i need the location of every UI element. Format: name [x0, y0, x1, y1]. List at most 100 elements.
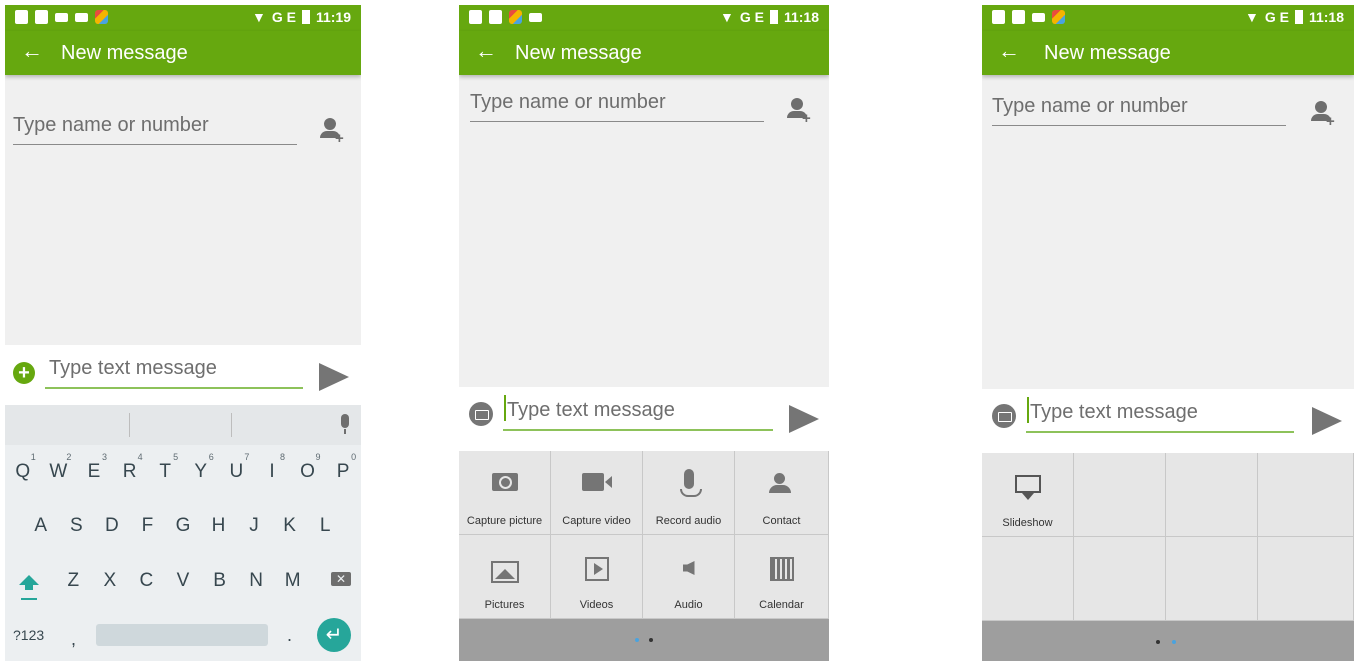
key-b[interactable]: B	[205, 570, 235, 592]
key-l[interactable]: L	[310, 515, 340, 537]
image-icon	[529, 13, 542, 22]
send-icon[interactable]	[319, 363, 349, 391]
message-input[interactable]: Type text message	[45, 353, 303, 389]
key-v[interactable]: V	[168, 570, 198, 592]
attach-empty	[1074, 453, 1166, 537]
keyboard-icon[interactable]	[992, 404, 1016, 428]
page-indicator	[982, 621, 1354, 661]
attach-calendar[interactable]: Calendar	[735, 535, 829, 619]
compose-bar: Type text message	[982, 389, 1354, 453]
battery-icon	[769, 10, 778, 24]
message-placeholder: Type text message	[1030, 401, 1198, 423]
attach-record-audio[interactable]: Record audio	[643, 451, 735, 535]
key-j[interactable]: J	[239, 515, 269, 537]
recipient-input[interactable]: Type name or number	[992, 95, 1286, 126]
page-indicator	[459, 619, 829, 661]
notification-icons	[469, 10, 542, 24]
attach-capture-video[interactable]: Capture video	[551, 451, 643, 535]
back-arrow-icon[interactable]: ←	[998, 38, 1020, 64]
key-q[interactable]: Q1	[8, 452, 38, 483]
key-x[interactable]: X	[95, 570, 125, 592]
key-k[interactable]: K	[275, 515, 305, 537]
key-z[interactable]: Z	[58, 570, 88, 592]
back-arrow-icon[interactable]: ←	[21, 38, 43, 64]
compose-bar: Type text message	[459, 387, 829, 451]
period-key[interactable]: .	[287, 625, 292, 646]
key-m[interactable]: M	[278, 570, 308, 592]
key-e[interactable]: E3	[79, 452, 109, 483]
attach-audio[interactable]: Audio	[643, 535, 735, 619]
recipient-placeholder: Type name or number	[13, 114, 209, 136]
key-f[interactable]: F	[132, 515, 162, 537]
attach-capture-picture[interactable]: Capture picture	[459, 451, 551, 535]
network-indicator: G E	[739, 9, 764, 25]
key-w[interactable]: W2	[43, 452, 73, 483]
message-placeholder: Type text message	[507, 399, 675, 421]
add-attachment-icon[interactable]: +	[13, 362, 35, 384]
key-g[interactable]: G	[168, 515, 198, 537]
shift-lock-indicator	[21, 598, 37, 600]
key-a[interactable]: A	[26, 515, 56, 537]
keyboard-row-2: ASDFGHJKL	[23, 515, 343, 537]
page-dot	[649, 638, 653, 642]
microphone-icon[interactable]	[341, 414, 349, 434]
compose-bar: + Type text message	[5, 345, 361, 409]
enter-icon[interactable]: ↵	[317, 618, 351, 652]
attach-contact[interactable]: Contact	[735, 451, 829, 535]
page-dot-active	[635, 638, 639, 642]
key-r[interactable]: R4	[115, 452, 145, 483]
image-icon	[1032, 13, 1045, 22]
attachment-label: Audio	[674, 599, 703, 611]
keyboard-row-3: ZXCVBNM	[55, 570, 311, 592]
wifi-icon: ▼	[1244, 9, 1259, 25]
recipient-input[interactable]: Type name or number	[470, 91, 764, 122]
key-u[interactable]: U7	[221, 452, 251, 483]
attachment-label: Videos	[579, 599, 614, 611]
back-arrow-icon[interactable]: ←	[475, 38, 497, 64]
add-contact-icon[interactable]: +	[786, 98, 811, 127]
contact-icon	[768, 473, 795, 493]
calendar-icon	[769, 557, 794, 581]
key-c[interactable]: C	[131, 570, 161, 592]
message-input[interactable]: Type text message	[1026, 397, 1294, 433]
photos-app-icon	[1052, 10, 1065, 24]
add-contact-icon[interactable]: +	[319, 118, 344, 147]
key-p[interactable]: P0	[328, 452, 358, 483]
sim-icon	[489, 10, 502, 24]
send-icon[interactable]	[1312, 407, 1342, 435]
keyboard-icon[interactable]	[469, 402, 493, 426]
recipient-input[interactable]: Type name or number	[13, 114, 297, 145]
photos-app-icon	[95, 10, 108, 24]
camera-icon	[491, 473, 518, 491]
attach-empty	[1258, 453, 1354, 537]
attachment-grid: Slideshow	[982, 453, 1354, 621]
attach-slideshow[interactable]: Slideshow	[982, 453, 1074, 537]
key-y[interactable]: Y6	[186, 452, 216, 483]
backspace-icon[interactable]: ✕	[331, 572, 351, 586]
page-dot	[1156, 640, 1160, 644]
battery-icon	[301, 10, 310, 24]
send-icon[interactable]	[789, 405, 819, 433]
key-d[interactable]: D	[97, 515, 127, 537]
battery-icon	[1294, 10, 1303, 24]
page-title: New message	[61, 42, 188, 64]
app-toolbar: ← New message	[459, 31, 829, 75]
attach-videos[interactable]: Videos	[551, 535, 643, 619]
key-n[interactable]: N	[241, 570, 271, 592]
key-o[interactable]: O9	[293, 452, 323, 483]
shift-icon-stem	[25, 584, 33, 590]
symbols-key[interactable]: ?123	[13, 627, 44, 643]
sim-icon	[35, 10, 48, 24]
comma-key[interactable]: ,	[71, 629, 76, 650]
key-s[interactable]: S	[61, 515, 91, 537]
attach-pictures[interactable]: Pictures	[459, 535, 551, 619]
key-i[interactable]: I8	[257, 452, 287, 483]
sim-icon	[15, 10, 28, 24]
key-h[interactable]: H	[204, 515, 234, 537]
message-input[interactable]: Type text message	[503, 395, 773, 431]
key-t[interactable]: T5	[150, 452, 180, 483]
space-bar[interactable]	[96, 624, 268, 646]
add-contact-icon[interactable]: +	[1310, 101, 1335, 130]
sim-icon	[469, 10, 482, 24]
attach-empty	[982, 537, 1074, 621]
